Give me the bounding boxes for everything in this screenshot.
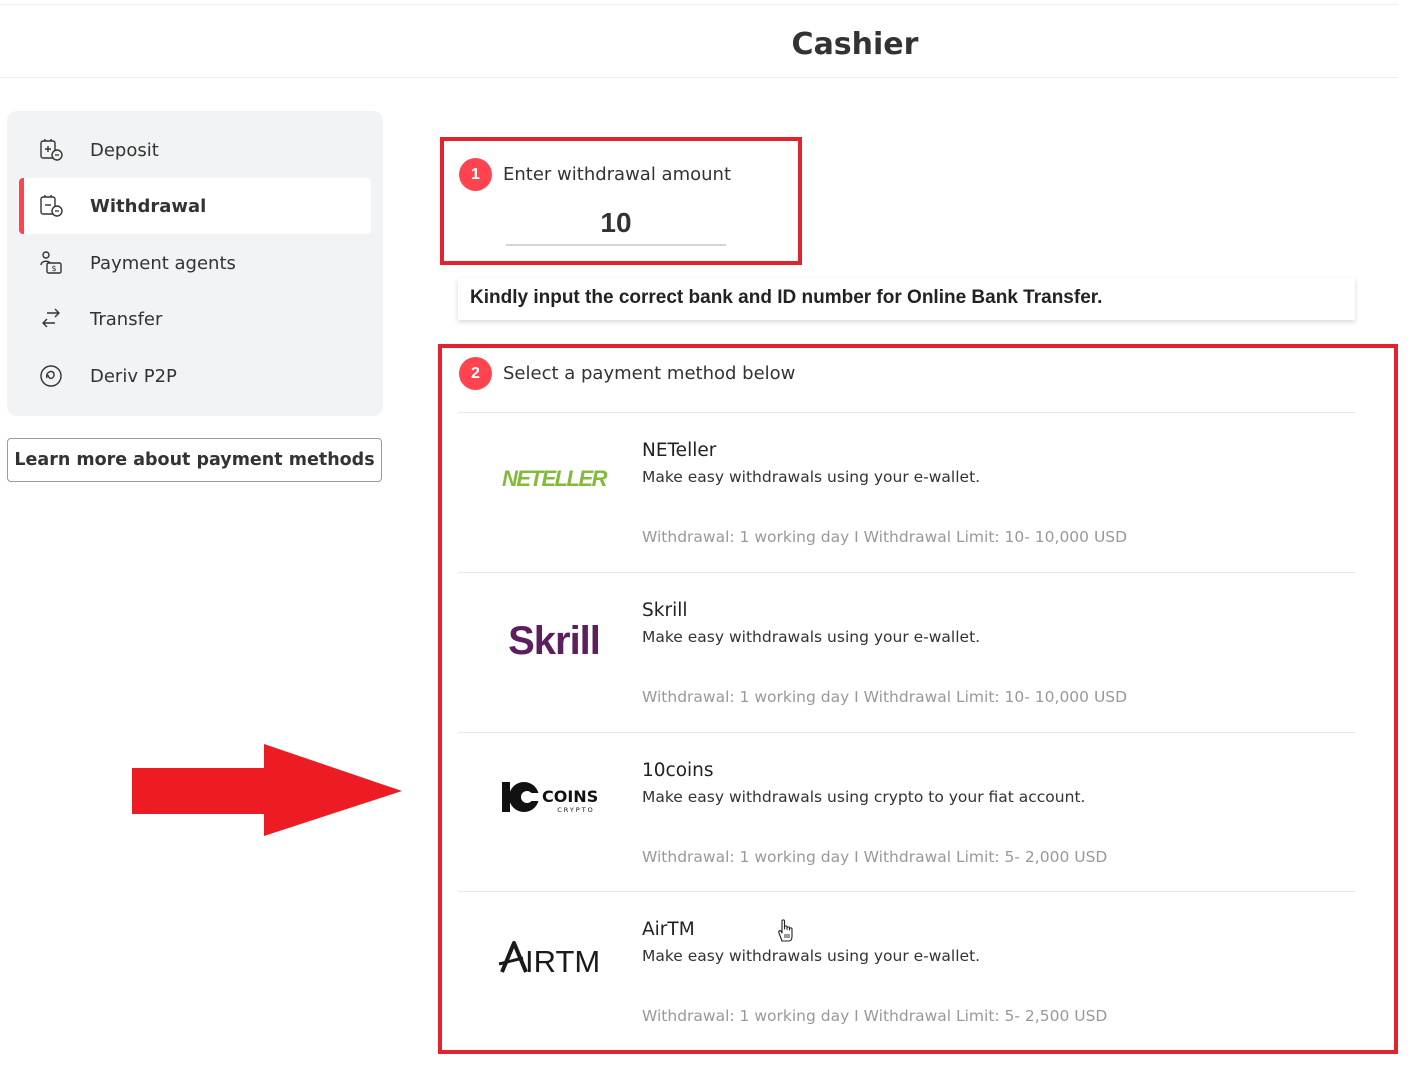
page-title: Cashier (791, 27, 919, 62)
step-badge-1: 1 (459, 158, 492, 191)
payment-method-skrill[interactable]: Skrill Skrill Make easy withdrawals usin… (458, 574, 1355, 732)
payment-method-airtm[interactable]: IRTM AirTM Make easy withdrawals using y… (458, 893, 1355, 1051)
learn-more-button[interactable]: Learn more about payment methods (7, 438, 382, 482)
method-info: Withdrawal: 1 working day I Withdrawal L… (642, 528, 1128, 546)
method-name: AirTM (642, 919, 695, 940)
sidebar-item-label: Deposit (90, 139, 159, 161)
divider (458, 572, 1355, 573)
method-description: Make easy withdrawals using your e-walle… (642, 628, 981, 646)
method-name: 10coins (642, 760, 714, 781)
withdrawal-icon (40, 195, 63, 217)
page-header: Cashier (0, 4, 1398, 78)
payment-method-neteller[interactable]: NETELLER NETeller Make easy withdrawals … (458, 414, 1355, 572)
deposit-icon (40, 139, 63, 161)
sidebar-item-transfer[interactable]: Transfer (19, 291, 371, 347)
divider (458, 412, 1355, 413)
sidebar-item-label: Payment agents (90, 252, 236, 274)
10coins-logo-text: COINS (542, 787, 598, 806)
divider (458, 732, 1355, 733)
10coins-logo-subtext: CRYPTO (557, 806, 595, 814)
method-info: Withdrawal: 1 working day I Withdrawal L… (642, 1007, 1108, 1025)
svg-text:$: $ (51, 264, 56, 273)
sidebar-item-withdrawal[interactable]: Withdrawal (19, 178, 371, 234)
step-badge-2: 2 (459, 357, 492, 390)
method-description: Make easy withdrawals using your e-walle… (642, 468, 981, 486)
sidebar-item-label: Withdrawal (90, 195, 207, 217)
withdrawal-amount-input[interactable] (506, 202, 726, 246)
step-1-label: Enter withdrawal amount (503, 164, 732, 185)
sidebar-item-label: Transfer (90, 308, 163, 330)
neteller-logo: NETELLER (496, 446, 612, 508)
airtm-logo-text: IRTM (525, 944, 600, 979)
payment-agents-icon: $ (40, 251, 62, 274)
method-description: Make easy withdrawals using your e-walle… (642, 947, 981, 965)
cashier-sidebar: Deposit Withdrawal $ Payment agents Tran… (7, 111, 383, 416)
airtm-logo: IRTM (496, 925, 612, 987)
method-name: Skrill (642, 600, 688, 621)
sidebar-item-payment-agents[interactable]: $ Payment agents (19, 235, 371, 291)
skrill-logo: Skrill (496, 606, 612, 668)
neteller-logo-text: NETELLER (502, 466, 608, 491)
bank-transfer-notice: Kindly input the correct bank and ID num… (458, 278, 1355, 320)
method-name: NETeller (642, 440, 717, 461)
10coins-logo: COINS CRYPTO (496, 766, 612, 828)
hand-cursor-icon (778, 919, 793, 942)
sidebar-item-deposit[interactable]: Deposit (19, 122, 371, 178)
payment-method-10coins[interactable]: COINS CRYPTO 10coins Make easy withdrawa… (458, 734, 1355, 892)
method-info: Withdrawal: 1 working day I Withdrawal L… (642, 688, 1128, 706)
divider (458, 891, 1355, 892)
sidebar-item-label: Deriv P2P (90, 365, 177, 387)
annotation-arrow-icon (132, 744, 402, 836)
sidebar-item-deriv-p2p[interactable]: Deriv P2P (19, 348, 371, 404)
method-description: Make easy withdrawals using crypto to yo… (642, 788, 1086, 806)
step-2-label: Select a payment method below (503, 363, 796, 384)
method-info: Withdrawal: 1 working day I Withdrawal L… (642, 848, 1108, 866)
skrill-logo-text: Skrill (508, 619, 600, 663)
p2p-icon (40, 365, 62, 387)
transfer-icon (42, 308, 60, 328)
